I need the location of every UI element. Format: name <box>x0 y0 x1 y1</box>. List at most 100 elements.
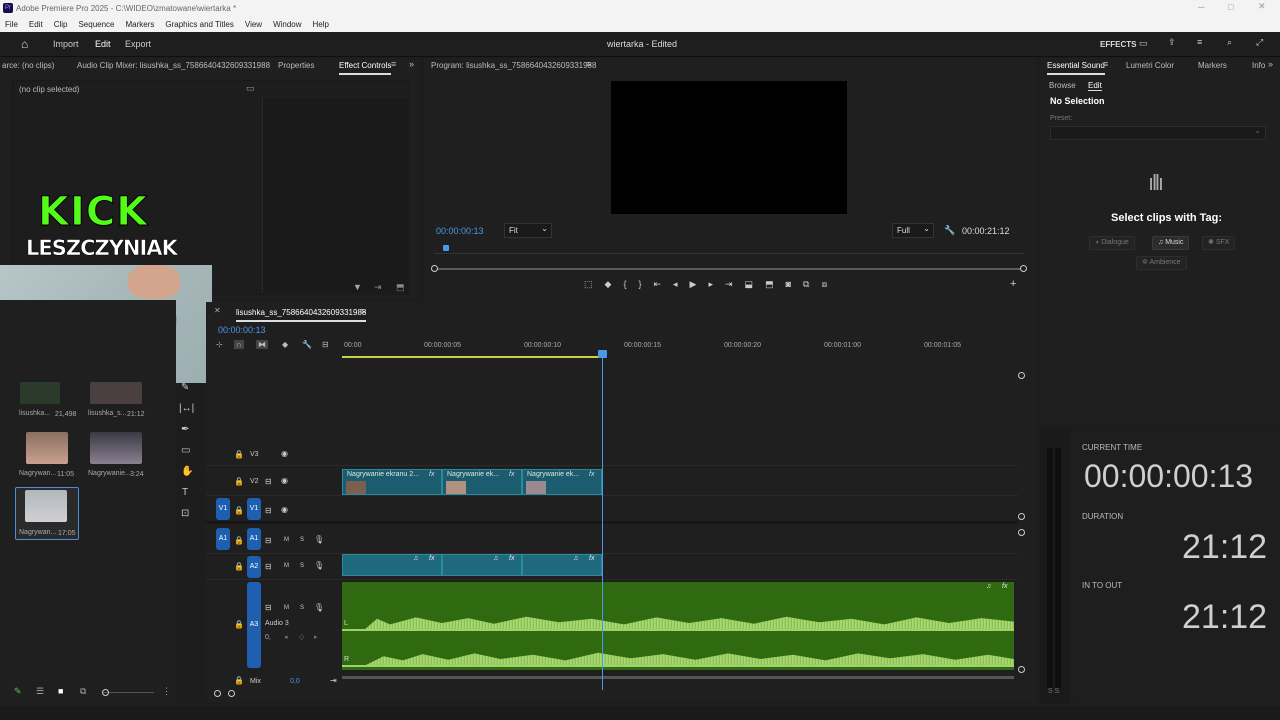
mic-icon[interactable]: 🎙 <box>314 561 324 570</box>
sync-icon[interactable]: ⊟ <box>265 506 272 515</box>
sync-icon[interactable]: ⊟ <box>265 603 272 612</box>
tab-lumetri-color[interactable]: Lumetri Color <box>1126 61 1174 70</box>
audio3-clip[interactable]: ♫ fx L R <box>342 582 1014 670</box>
sync-icon[interactable]: ⊟ <box>265 562 272 571</box>
mark-out-icon[interactable]: } <box>638 279 641 293</box>
clip-audio-3[interactable]: ♫ fx <box>522 554 602 576</box>
track-a1-target[interactable]: A1 <box>247 528 261 550</box>
lock-icon[interactable]: 🔒 <box>234 506 244 515</box>
lock-icon[interactable]: 🔒 <box>234 477 244 486</box>
panel-icon[interactable]: ▭ <box>1139 38 1148 49</box>
tab-effect-controls[interactable]: Effect Controls <box>339 61 392 75</box>
work-area-bar[interactable] <box>342 356 602 358</box>
razor-tool-icon[interactable]: ✎ <box>181 382 189 393</box>
menu-clip[interactable]: Clip <box>54 20 68 29</box>
mute-button[interactable]: M <box>284 563 289 569</box>
step-forward-icon[interactable]: ▸ <box>708 279 713 293</box>
expand-panels-icon[interactable]: » <box>409 59 414 69</box>
program-zoom-bar[interactable] <box>431 265 1027 272</box>
export-icon[interactable]: ⬒ <box>396 282 405 293</box>
tag-dialogue[interactable]: ◖ Dialogue <box>1089 236 1135 250</box>
source-patch-v1[interactable]: V1 <box>216 498 230 520</box>
timeline-vscroll[interactable] <box>1018 372 1025 673</box>
go-to-in-icon[interactable]: ⇤ <box>653 279 661 293</box>
vscroll-audio-top-handle[interactable] <box>1018 529 1025 536</box>
insert-icon[interactable]: ⊹ <box>216 340 223 349</box>
bin-more-icon[interactable]: ⋮ <box>162 686 171 697</box>
maximize-icon[interactable]: □ <box>1228 2 1233 12</box>
mix-value[interactable]: 0,0 <box>290 678 300 685</box>
sync-icon[interactable]: ⊟ <box>265 477 272 486</box>
lock-icon[interactable]: 🔒 <box>234 536 244 545</box>
pencil-icon[interactable]: ✎ <box>14 686 22 697</box>
timeline-menu-icon[interactable]: ≡ <box>360 306 365 316</box>
mute-button[interactable]: M <box>284 605 289 611</box>
fullscreen-icon[interactable]: ⤢ <box>1256 37 1263 48</box>
menu-sequence[interactable]: Sequence <box>78 20 114 29</box>
play-icon[interactable]: ▶ <box>690 279 697 293</box>
bin-thumb-1[interactable] <box>20 382 60 404</box>
tab-essential-sound[interactable]: Essential Sound <box>1047 61 1105 75</box>
volume-icon[interactable]: 0, <box>265 634 271 641</box>
freeform-view-icon[interactable]: ⧉ <box>80 686 86 697</box>
eye-icon[interactable]: ◉ <box>281 449 288 458</box>
zoom-handle-left[interactable] <box>431 265 438 272</box>
clip-audio-2[interactable]: ♫ fx <box>442 554 522 576</box>
pen-tool-icon[interactable]: ✒ <box>181 424 189 435</box>
track-a2-target[interactable]: A2 <box>247 556 261 578</box>
playhead-line[interactable] <box>602 352 603 690</box>
rectangle-tool-icon[interactable]: ▭ <box>181 445 190 456</box>
expand-panels-icon[interactable]: » <box>1268 59 1273 69</box>
tab-info[interactable]: Info <box>1252 61 1265 70</box>
tag-music[interactable]: ♫ Music <box>1152 236 1190 250</box>
lock-icon[interactable]: 🔒 <box>234 450 244 459</box>
hscroll-left-handle[interactable] <box>214 690 221 697</box>
program-playhead[interactable] <box>443 245 449 251</box>
slip-tool-icon[interactable]: |↔| <box>179 403 194 414</box>
program-tab[interactable]: Program: lisushka_ss_7586640432609331988 <box>431 61 596 70</box>
vscroll-top-handle[interactable] <box>1018 372 1025 379</box>
bin-thumb-3[interactable] <box>26 432 68 464</box>
wrench-icon[interactable]: 🔧 <box>944 225 955 236</box>
tag-ambience[interactable]: ✲ Ambience <box>1136 256 1187 270</box>
add-marker-icon[interactable]: ⬚ <box>584 279 593 293</box>
lock-icon[interactable]: 🔒 <box>234 676 244 685</box>
bin-thumb-5[interactable] <box>25 490 67 522</box>
go-to-end-icon[interactable]: ⇥ <box>330 676 337 685</box>
tab-source[interactable]: arce: (no clips) <box>2 61 54 70</box>
mic-icon[interactable]: 🎙 <box>314 535 324 544</box>
close-icon[interactable]: ✕ <box>1258 1 1266 12</box>
menu-file[interactable]: File <box>5 20 18 29</box>
snap-icon[interactable]: ∩ <box>234 340 244 349</box>
tab-audio-clip-mixer[interactable]: Audio Clip Mixer: lisushka_ss_7586640432… <box>77 61 270 70</box>
extract-icon[interactable]: ⬒ <box>765 279 774 293</box>
solo-button[interactable]: S <box>300 537 304 543</box>
subtab-edit[interactable]: Edit <box>1088 81 1102 91</box>
clip-video-1[interactable]: Nagrywanie ekranu 2... fx <box>342 469 442 495</box>
timeline-close-icon[interactable]: ✕ <box>214 306 221 315</box>
menu-window[interactable]: Window <box>273 20 301 29</box>
marker-icon[interactable]: ◆ <box>605 279 612 293</box>
zoom-slider-handle[interactable] <box>102 689 109 696</box>
trim-icon[interactable]: ⧈ <box>821 279 827 293</box>
subtab-browse[interactable]: Browse <box>1049 81 1076 90</box>
menu-lines-icon[interactable]: ≡ <box>1197 37 1202 47</box>
lock-icon[interactable]: 🔒 <box>234 620 244 629</box>
timeline-ruler[interactable]: 00:00 00:00:00:05 00:00:00:10 00:00:00:1… <box>342 340 1022 358</box>
add-button-icon[interactable]: + <box>1010 278 1016 290</box>
search-icon[interactable]: ⌕ <box>1227 37 1232 48</box>
clip-video-3[interactable]: Nagrywanie ek... fx <box>522 469 602 495</box>
mark-in-icon[interactable]: { <box>623 279 626 293</box>
prev-keyframe-icon[interactable]: ◂ <box>284 633 288 641</box>
solo-button[interactable]: S <box>300 605 304 611</box>
compare-icon[interactable]: ⧉ <box>803 279 809 293</box>
meter-solo-icons[interactable]: S S <box>1048 688 1059 695</box>
filter-icon[interactable]: ▼ <box>353 282 362 292</box>
effects-button[interactable]: EFFECTS <box>1100 40 1136 49</box>
tab-menu-icon[interactable]: ≡ <box>391 59 396 69</box>
linked-selection-icon[interactable]: ⧓ <box>256 340 268 349</box>
track-a3-target[interactable]: A3 <box>247 582 261 668</box>
clip-audio-1[interactable]: ♫ fx <box>342 554 442 576</box>
eye-icon[interactable]: ◉ <box>281 476 288 485</box>
playhead-handle[interactable] <box>598 350 607 358</box>
